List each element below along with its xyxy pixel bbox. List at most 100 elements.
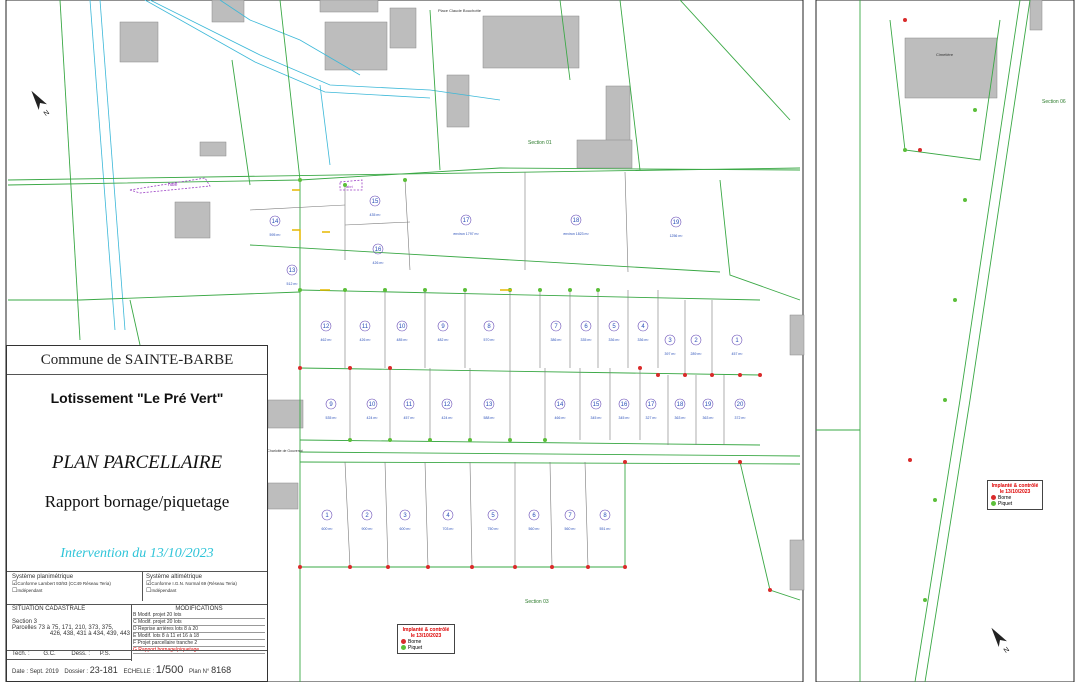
lot-label: 5 336 m² [609, 320, 621, 342]
lot-label: 17 environ 1797 m² [453, 214, 479, 236]
plan-title: PLAN PARCELLAIRE [51, 452, 223, 473]
lot-area: 363 m² [703, 416, 715, 420]
lot-number: 15 [372, 199, 379, 205]
modification-row: B Modif. projet 20 lots [133, 612, 265, 619]
lot-label: 10 424 m² [367, 398, 378, 420]
lot-label: 11 457 m² [404, 398, 416, 420]
lot-label: 1 457 m² [732, 334, 743, 356]
lot-number: 9 [441, 324, 445, 330]
lot-area: 900 m² [362, 527, 374, 531]
lot-label: 14 595 m² [270, 215, 282, 237]
lot-label: 20 372 m² [735, 398, 746, 420]
lot-number: 19 [705, 402, 712, 408]
lot-label: 16 426 m² [373, 243, 385, 265]
lot-number: 14 [272, 219, 279, 225]
legend-piquet-2: Piquet [998, 501, 1013, 507]
lot-area: 570 m² [484, 338, 496, 342]
lot-number: 12 [444, 402, 451, 408]
plan-no-label: Plan N° [189, 669, 210, 675]
section01-label: Section 01 [528, 140, 552, 146]
lot-area: 462 m² [321, 338, 333, 342]
lot-number: 18 [573, 218, 580, 224]
lot-area: 426 m² [373, 261, 385, 265]
modification-text: Projet parcellaire tranche 2 [137, 640, 198, 646]
modification-text: Modif. lots 8 à 11 et 16 à 18 [137, 633, 200, 639]
lot-number: 4 [446, 513, 450, 519]
lot-number: 17 [648, 402, 655, 408]
lot-label: 3 600 m² [400, 509, 411, 531]
lot-label: 18 363 m² [675, 398, 686, 420]
lot-area: 512 m² [287, 282, 299, 286]
lot-area: environ 1823 m² [563, 232, 589, 236]
tech-value: G.C. [43, 651, 56, 657]
modification-row: E Modif. lots 8 à 11 et 16 à 18 [133, 633, 265, 640]
lot-label: 9 482 m² [438, 320, 450, 342]
title-block: Commune de SAINTE-BARBE Lotissement "Le … [6, 345, 268, 682]
lot-number: 1 [735, 338, 739, 344]
lot-label: 15 435 m² [370, 195, 382, 217]
lot-label: 12 424 m² [442, 398, 453, 420]
lot-area: 560 m² [565, 527, 577, 531]
parcelles-text-2: 426, 438, 431 à 434, 439, 443 [49, 631, 130, 637]
lot-number: 8 [487, 324, 491, 330]
lot-label: 17 327 m² [646, 398, 657, 420]
lot-label: 7 386 m² [551, 320, 562, 342]
syst-plani-opt2: Indépendant [17, 588, 43, 593]
svg-text:N: N [43, 109, 51, 118]
lot-label: 4 336 m² [638, 320, 650, 342]
piquet-dot-icon-2 [991, 501, 996, 507]
lot-area: 336 m² [638, 338, 650, 342]
lot-label: 5 750 m² [488, 509, 500, 531]
modification-row: C Modif. projet 20 lots [133, 619, 265, 626]
date-value: Sept. 2019 [29, 669, 59, 675]
legend-title-2: Implanté & contrôlé le 13/10/2023 [991, 483, 1039, 495]
lot-label: 4 703 m² [443, 509, 454, 531]
lot-number: 1 [325, 513, 329, 519]
hedge-outlines [129, 177, 363, 194]
lot-area: 588 m² [484, 416, 496, 420]
intervention-date: Intervention du 13/10/2023 [60, 546, 214, 561]
haie-label: haie [168, 182, 178, 188]
lot-area: 1256 m² [670, 234, 684, 238]
lot-label: 19 363 m² [703, 398, 715, 420]
dess-value: P.S. [99, 651, 111, 657]
modification-row: F Projet parcellaire tranche 2 [133, 640, 265, 647]
lot-area: 336 m² [609, 338, 621, 342]
lotissement-title: Lotissement "Le Pré Vert" [50, 390, 224, 406]
section03-label: Section 03 [525, 599, 549, 605]
piquet-dot-icon [401, 645, 406, 651]
legend-box-2: Implanté & contrôlé le 13/10/2023 Borne … [987, 480, 1043, 510]
lot-area: 435 m² [370, 213, 382, 217]
lot-area: 750 m² [488, 527, 500, 531]
cimetiere-label: Cimetière [936, 52, 954, 57]
lot-label: 8 570 m² [484, 320, 496, 342]
lot-number: 9 [329, 402, 333, 408]
lot-area: 335 m² [581, 338, 593, 342]
lot-number: 4 [641, 324, 645, 330]
lot-number: 10 [399, 324, 406, 330]
lot-number: 12 [323, 324, 330, 330]
lot-area: 457 m² [404, 416, 416, 420]
lot-area: 595 m² [270, 233, 282, 237]
lot-label: 13 512 m² [287, 264, 299, 286]
dess-label: Dess. : [71, 651, 91, 657]
lot-number: 2 [694, 338, 698, 344]
lot-label: 1 600 m² [322, 509, 333, 531]
situation-label: SITUATION CADASTRALE [12, 606, 86, 612]
lot-number: 8 [603, 513, 607, 519]
report-title: Rapport bornage/piquetage [44, 492, 230, 511]
lot-area: 551 m² [600, 527, 612, 531]
borne-dot-icon-2 [991, 495, 996, 501]
legend-piquet: Piquet [408, 645, 423, 651]
commune-title: Commune de SAINTE-BARBE [40, 352, 234, 368]
place-label: Place Claude Bouchotte [438, 8, 482, 13]
dossier-value: 23-181 [89, 665, 118, 675]
lot-label: 8 551 m² [600, 509, 612, 531]
modification-text: Modif. projet 20 lots [137, 612, 182, 618]
lot-label: 3 397 m² [665, 334, 676, 356]
lot-number: 6 [584, 324, 588, 330]
lot-label: 16 345 m² [619, 398, 630, 420]
lot-area: 482 m² [438, 338, 450, 342]
lot-number: 15 [593, 402, 600, 408]
lot-area: 560 m² [529, 527, 541, 531]
